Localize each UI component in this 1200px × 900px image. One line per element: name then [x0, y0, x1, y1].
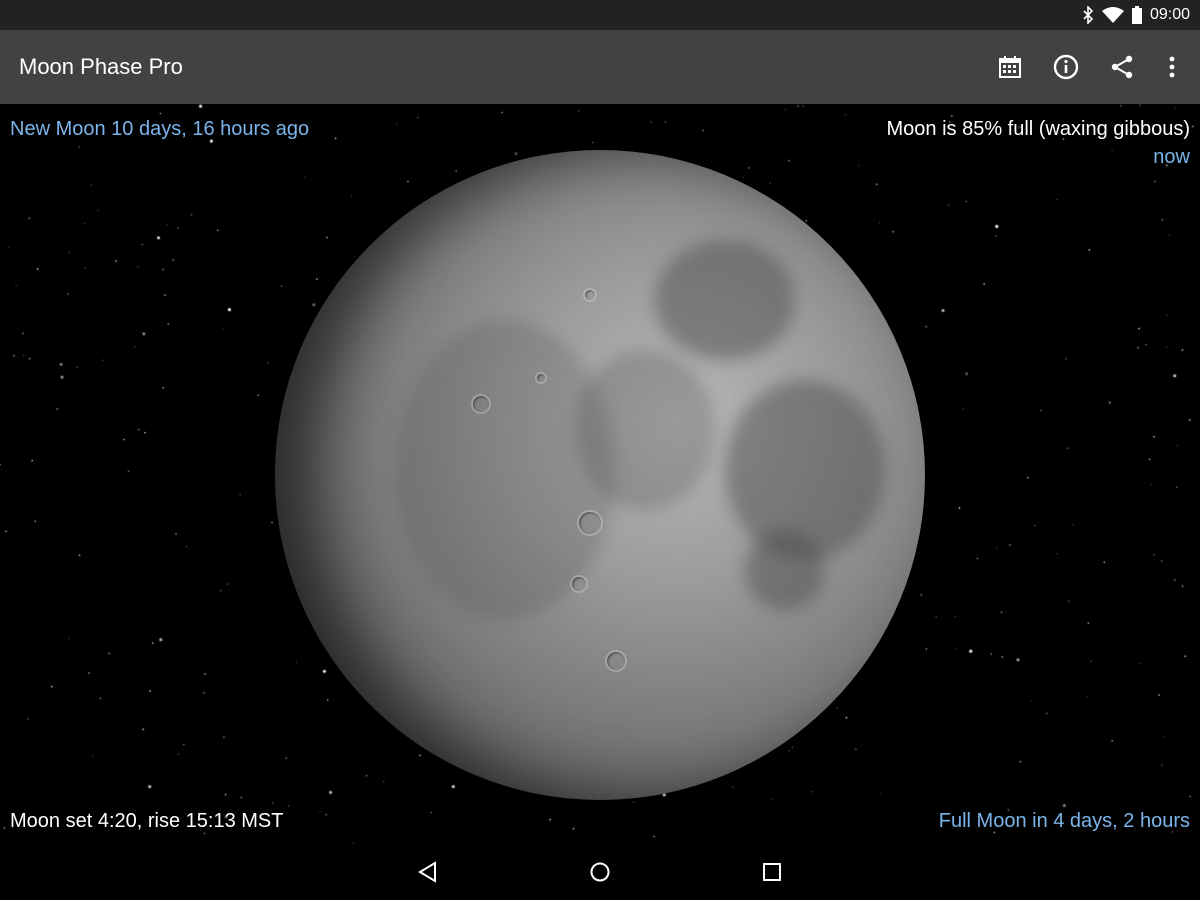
- now-link[interactable]: now: [1153, 146, 1190, 169]
- crater: [583, 288, 597, 302]
- more-vert-icon: [1169, 56, 1175, 78]
- mare-shading: [655, 240, 795, 360]
- rise-set-text: Moon set 4:20, rise 15:13 MST: [10, 810, 284, 832]
- calendar-button[interactable]: [982, 39, 1038, 95]
- crater: [577, 510, 603, 536]
- moon-image: [275, 150, 925, 800]
- calendar-icon: [999, 56, 1021, 78]
- crater: [605, 650, 627, 672]
- crater: [471, 394, 491, 414]
- mare-shading: [745, 530, 825, 610]
- battery-icon: [1131, 6, 1142, 24]
- full-moon-text: Full Moon in 4 days, 2 hours: [938, 810, 1190, 832]
- status-bar: 09:00: [0, 0, 1200, 30]
- bluetooth-icon: [1083, 6, 1094, 24]
- app-title: Moon Phase Pro: [19, 54, 183, 79]
- crater: [570, 575, 588, 593]
- moon-view[interactable]: New Moon 10 days, 16 hours ago Moon is 8…: [0, 104, 1200, 844]
- share-icon: [1111, 55, 1133, 79]
- home-icon[interactable]: [589, 861, 611, 883]
- recents-icon[interactable]: [761, 861, 783, 883]
- share-button[interactable]: [1094, 39, 1150, 95]
- new-moon-text: New Moon 10 days, 16 hours ago: [10, 118, 310, 140]
- back-icon[interactable]: [417, 861, 439, 883]
- info-button[interactable]: [1038, 39, 1094, 95]
- wifi-icon: [1101, 7, 1124, 23]
- info-icon: [1053, 54, 1079, 80]
- mare-shading: [725, 380, 885, 560]
- app-bar: Moon Phase Pro: [0, 30, 1200, 104]
- illumination-text: Moon is 85% full (waxing gibbous): [886, 118, 1191, 140]
- clock: 09:00: [1149, 6, 1190, 23]
- navigation-bar: [0, 844, 1200, 900]
- crater: [535, 372, 547, 384]
- more-options-button[interactable]: [1150, 39, 1194, 95]
